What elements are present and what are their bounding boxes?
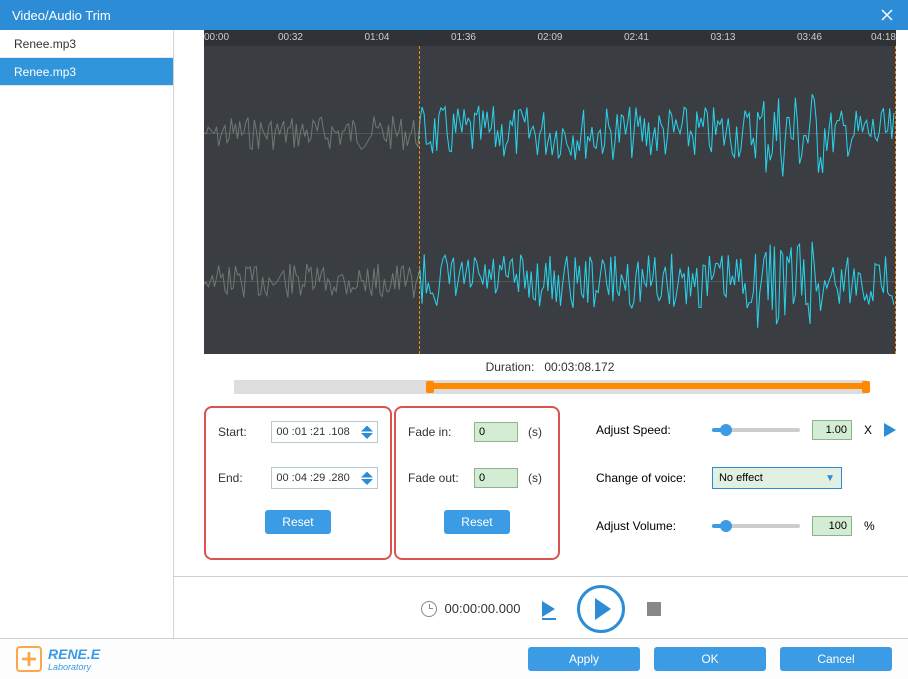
voice-select[interactable]: No effect▼ (712, 467, 842, 489)
set-start-marker-icon[interactable] (542, 601, 555, 617)
speed-value[interactable] (812, 420, 852, 440)
spinner-icon[interactable] (361, 426, 373, 439)
trim-handle-start[interactable] (426, 381, 434, 393)
speed-suffix: X (864, 423, 872, 437)
fadeout-label: Fade out: (408, 471, 464, 485)
trim-selection-overlay (419, 46, 897, 354)
volume-label: Adjust Volume: (596, 519, 700, 533)
waveform-display[interactable] (204, 46, 896, 354)
sidebar-item[interactable]: Renee.mp3 (0, 30, 173, 58)
titlebar: Video/Audio Trim (0, 0, 908, 30)
speed-preview-play-icon[interactable] (884, 423, 896, 437)
brand-logo: RENE.ELaboratory (16, 646, 100, 672)
cancel-button[interactable]: Cancel (780, 647, 892, 671)
speed-slider[interactable] (712, 428, 800, 432)
close-icon[interactable] (878, 6, 896, 24)
playback-time: 00:00:00.000 (445, 601, 521, 616)
end-label: End: (218, 471, 261, 485)
spinner-icon[interactable] (361, 472, 373, 485)
reset-fade-button[interactable]: Reset (444, 510, 510, 534)
play-icon (595, 598, 611, 620)
reset-trim-button[interactable]: Reset (265, 510, 331, 534)
fadeout-input[interactable] (474, 468, 518, 488)
duration-label: Duration: (486, 360, 535, 374)
speed-label: Adjust Speed: (596, 423, 700, 437)
footer-bar: RENE.ELaboratory Apply OK Cancel (0, 638, 908, 679)
clock-icon (421, 601, 437, 617)
start-label: Start: (218, 425, 261, 439)
end-time-input[interactable]: 00 :04 :29 .280 (271, 467, 378, 489)
volume-slider[interactable] (712, 524, 800, 528)
voice-label: Change of voice: (596, 471, 700, 485)
play-button[interactable] (577, 585, 625, 633)
fade-unit: (s) (528, 425, 542, 439)
fadein-input[interactable] (474, 422, 518, 442)
window-title: Video/Audio Trim (12, 8, 111, 23)
trim-handle-end[interactable] (862, 381, 870, 393)
start-end-panel: Start: 00 :01 :21 .108 End: 00 :04 :29 .… (204, 406, 392, 560)
ok-button[interactable]: OK (654, 647, 766, 671)
volume-suffix: % (864, 519, 875, 533)
file-sidebar: Renee.mp3 Renee.mp3 (0, 30, 174, 638)
sidebar-item[interactable]: Renee.mp3 (0, 58, 173, 86)
stop-button[interactable] (647, 602, 661, 616)
plus-icon (16, 646, 42, 672)
fade-panel: Fade in: (s) Fade out: (s) Reset (394, 406, 560, 560)
trim-range-bar[interactable] (234, 380, 866, 394)
chevron-down-icon: ▼ (825, 473, 835, 484)
volume-value[interactable] (812, 516, 852, 536)
fade-unit: (s) (528, 471, 542, 485)
playback-bar: 00:00:00.000 (174, 576, 908, 640)
fadein-label: Fade in: (408, 425, 464, 439)
duration-value: 00:03:08.172 (544, 360, 614, 374)
apply-button[interactable]: Apply (528, 647, 640, 671)
start-time-input[interactable]: 00 :01 :21 .108 (271, 421, 378, 443)
time-ruler: 00:0000:3201:0401:3602:0902:4103:1303:46… (204, 30, 896, 46)
